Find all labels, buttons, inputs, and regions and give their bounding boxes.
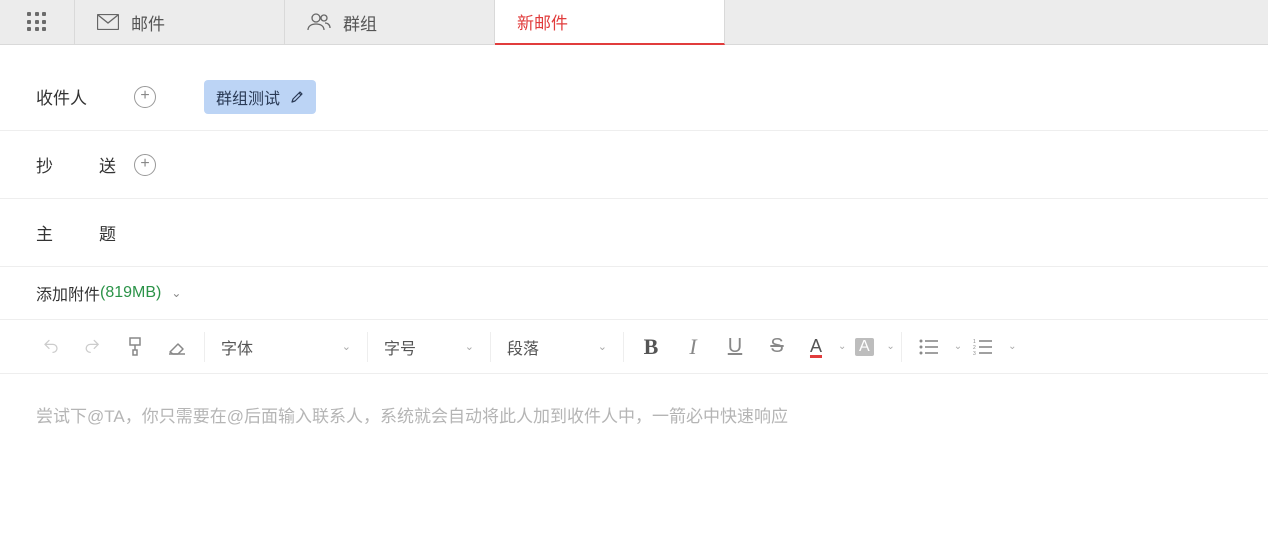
recipient-chip[interactable]: 群组测试 [204, 80, 316, 114]
recipients-content[interactable]: 群组测试 [156, 80, 1232, 114]
subject-input[interactable] [206, 217, 1232, 249]
tab-compose[interactable]: 新邮件 [495, 0, 725, 45]
tab-bar: 邮件 群组 新邮件 [0, 0, 1268, 45]
body-placeholder: 尝试下@TA，你只需要在@后面输入联系人，系统就会自动将此人加到收件人中，一箭必… [36, 407, 788, 426]
people-icon [307, 13, 331, 31]
editor-toolbar: 字体 ⌄ 字号 ⌄ 段落 ⌄ B I U S A ⌄ A ⌄ ⌄ 123 ⌄ [0, 320, 1268, 374]
bold-button[interactable]: B [630, 327, 672, 367]
font-color-button[interactable]: A [798, 327, 834, 367]
add-cc-button[interactable] [134, 154, 156, 176]
highlight-color-dropdown[interactable]: ⌄ [886, 341, 894, 352]
chevron-down-icon: ⌄ [465, 340, 474, 353]
apps-grid-icon [27, 12, 47, 32]
email-body-editor[interactable]: 尝试下@TA，你只需要在@后面输入联系人，系统就会自动将此人加到收件人中，一箭必… [0, 374, 1268, 455]
subject-content [116, 217, 1232, 249]
attach-label: 添加附件 [36, 281, 100, 305]
unordered-list-button[interactable] [908, 327, 950, 367]
tab-mail[interactable]: 邮件 [75, 0, 285, 44]
pencil-icon[interactable] [290, 90, 304, 104]
tab-compose-label: 新邮件 [517, 9, 568, 34]
undo-button[interactable] [30, 327, 72, 367]
eraser-button[interactable] [156, 327, 198, 367]
ordered-list-button[interactable]: 123 [962, 327, 1004, 367]
cc-label: 抄 送 [36, 152, 116, 177]
mail-icon [97, 14, 119, 30]
font-family-dropdown[interactable]: 字体 ⌄ [211, 327, 361, 367]
underline-button[interactable]: U [714, 327, 756, 367]
format-painter-button[interactable] [114, 327, 156, 367]
tab-mail-label: 邮件 [131, 10, 165, 35]
add-recipient-button[interactable] [134, 86, 156, 108]
paragraph-label: 段落 [507, 335, 539, 359]
chevron-down-icon: ⌄ [598, 340, 607, 353]
cc-row: 抄 送 [0, 131, 1268, 199]
chevron-down-icon: ⌄ [342, 340, 351, 353]
paragraph-dropdown[interactable]: 段落 ⌄ [497, 327, 617, 367]
font-size-label: 字号 [384, 335, 416, 359]
tab-groups-label: 群组 [343, 10, 377, 35]
svg-text:3: 3 [973, 351, 976, 355]
attach-size: (819MB) [100, 284, 161, 302]
highlight-color-button[interactable]: A [846, 327, 882, 367]
add-attachment-button[interactable]: 添加附件 (819MB) ⌄ [0, 267, 1268, 320]
font-family-label: 字体 [221, 335, 253, 359]
font-color-dropdown[interactable]: ⌄ [838, 341, 846, 352]
chevron-down-icon: ⌄ [171, 286, 181, 300]
subject-row: 主 题 [0, 199, 1268, 267]
italic-button[interactable]: I [672, 327, 714, 367]
unordered-list-dropdown[interactable]: ⌄ [954, 341, 962, 352]
recipients-row: 收件人 群组测试 [0, 63, 1268, 131]
strikethrough-button[interactable]: S [756, 327, 798, 367]
font-size-dropdown[interactable]: 字号 ⌄ [374, 327, 484, 367]
recipient-chip-label: 群组测试 [216, 85, 280, 109]
tab-groups[interactable]: 群组 [285, 0, 495, 44]
ordered-list-dropdown[interactable]: ⌄ [1008, 341, 1016, 352]
to-label: 收件人 [36, 84, 116, 109]
apps-grid-button[interactable] [0, 0, 75, 44]
redo-button[interactable] [72, 327, 114, 367]
subject-label: 主 题 [36, 220, 116, 245]
